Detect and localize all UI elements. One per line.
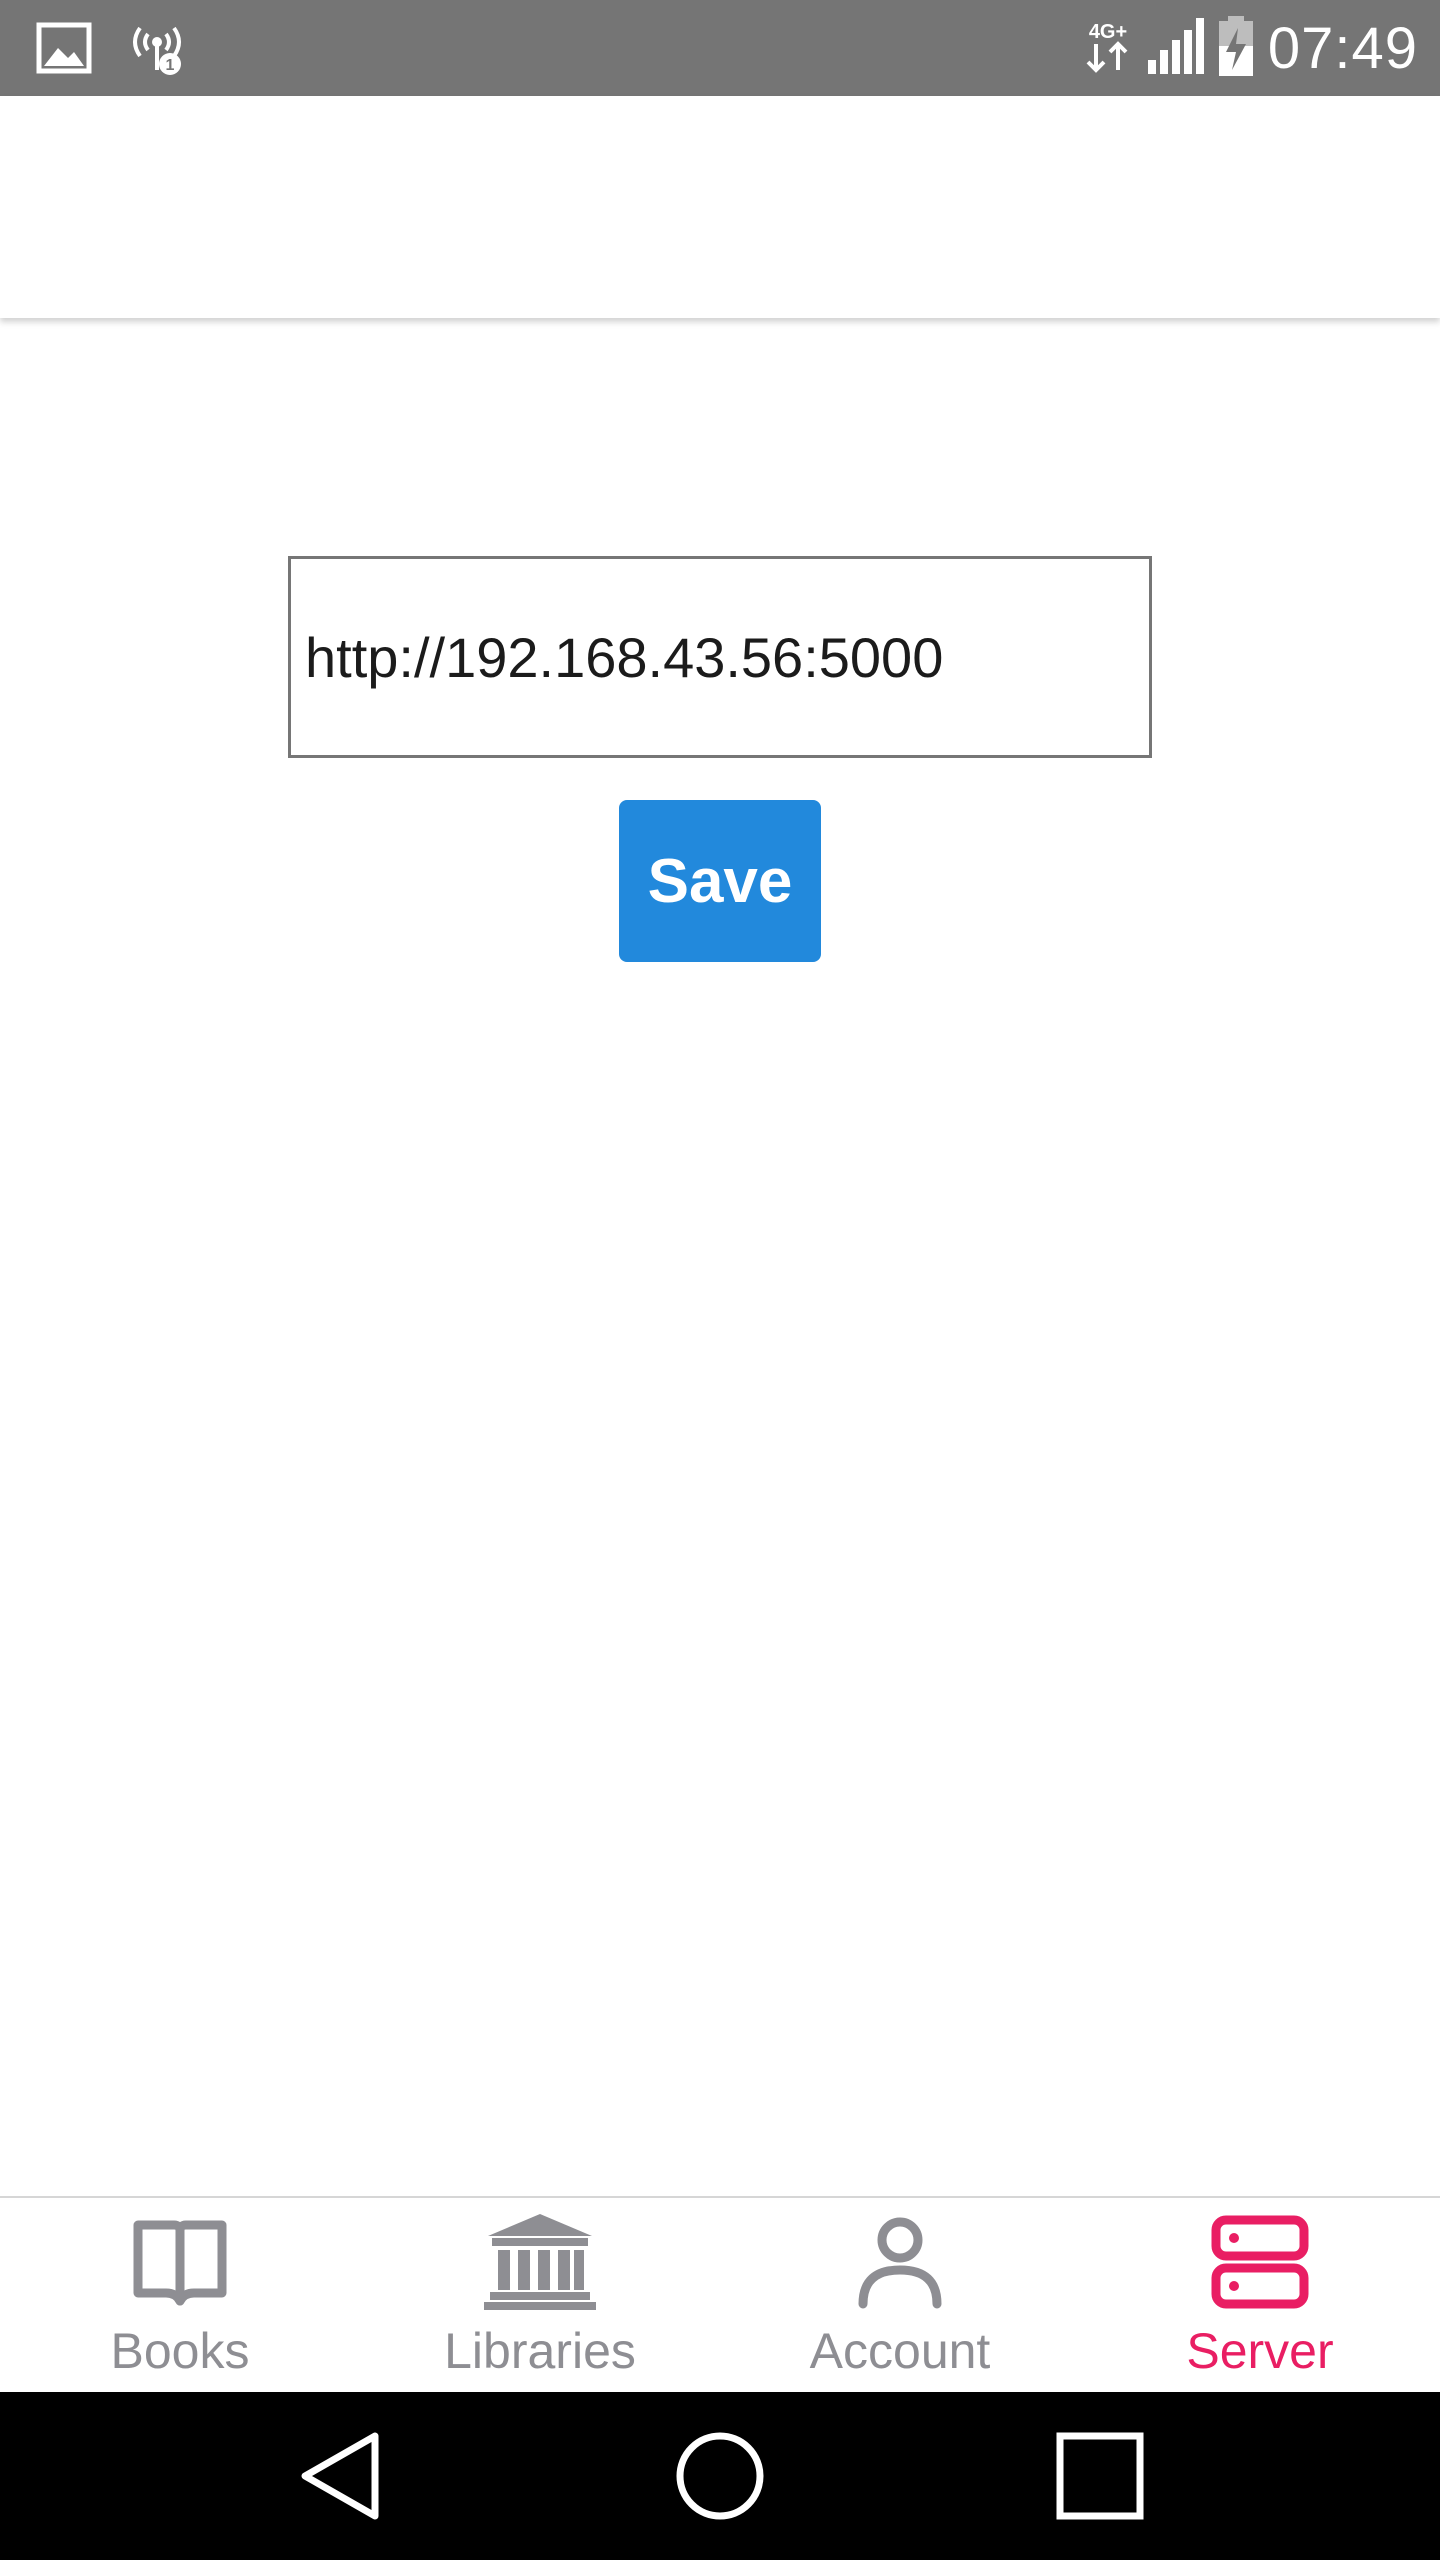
svg-text:1: 1 [166, 57, 175, 74]
screen: 1 4G+ 07:49 http://192.168.43.56:5000 Sa… [0, 0, 1440, 2560]
tab-libraries[interactable]: Libraries [360, 2198, 720, 2394]
signal-icon [1146, 16, 1204, 81]
recents-icon[interactable] [1050, 2426, 1150, 2526]
bottom-tab-bar: Books Libraries Account Server [0, 2196, 1440, 2394]
tab-books[interactable]: Books [0, 2198, 360, 2394]
server-url-input[interactable] [288, 556, 1152, 758]
status-time: 07:49 [1267, 15, 1418, 81]
android-nav-bar [0, 2392, 1440, 2560]
book-icon [120, 2212, 240, 2312]
server-icon [1200, 2212, 1320, 2312]
home-icon[interactable] [670, 2426, 770, 2526]
tab-libraries-label: Libraries [444, 2323, 636, 2379]
app-header [0, 96, 1440, 318]
library-icon [480, 2212, 600, 2312]
image-icon [36, 20, 92, 81]
status-bar: 1 4G+ 07:49 [0, 0, 1440, 96]
account-icon [840, 2212, 960, 2312]
back-icon[interactable] [290, 2426, 390, 2526]
tab-account[interactable]: Account [720, 2198, 1080, 2394]
svg-text:4G+: 4G+ [1089, 21, 1127, 43]
hotspot-icon: 1 [126, 18, 188, 83]
network-4g-plus-icon: 4G+ [1084, 16, 1132, 81]
tab-books-label: Books [110, 2323, 250, 2379]
tab-server-label: Server [1186, 2323, 1334, 2379]
tab-server[interactable]: Server [1080, 2198, 1440, 2394]
tab-account-label: Account [809, 2323, 991, 2379]
save-button[interactable]: Save [619, 800, 821, 962]
battery-charging-icon [1218, 15, 1254, 81]
